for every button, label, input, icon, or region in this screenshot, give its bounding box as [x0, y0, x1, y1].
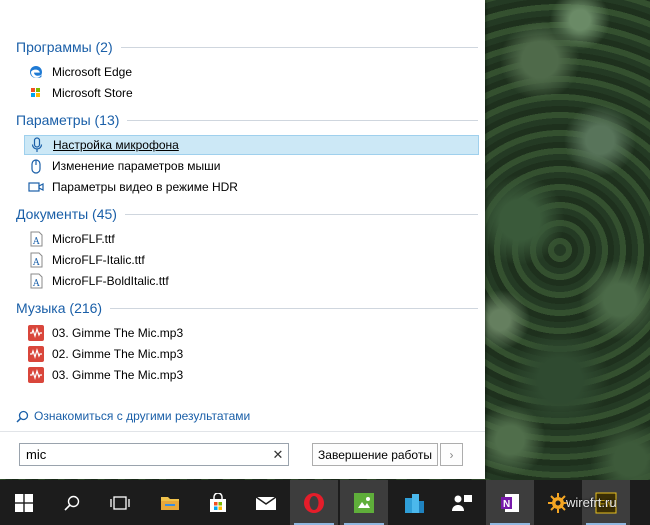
- result-label: Microsoft Edge: [52, 65, 133, 79]
- mail-icon[interactable]: [242, 480, 290, 525]
- result-music[interactable]: 02. Gimme The Mic.mp3: [24, 344, 479, 364]
- people-icon[interactable]: [438, 480, 486, 525]
- result-document[interactable]: A MicroFLF.ttf: [24, 229, 479, 249]
- store-icon[interactable]: [194, 480, 242, 525]
- onenote-icon[interactable]: N: [486, 480, 534, 525]
- search-box[interactable]: ✕: [19, 443, 289, 466]
- svg-text:A: A: [32, 279, 40, 289]
- section-header-documents: Документы (45): [16, 205, 478, 223]
- audio-file-icon: [28, 346, 44, 362]
- section-header-settings: Параметры (13): [16, 111, 478, 129]
- result-label: MicroFLF-Italic.ttf: [52, 253, 145, 267]
- font-file-icon: A: [28, 252, 44, 268]
- result-label: Изменение параметров мыши: [52, 159, 221, 173]
- shutdown-options-button[interactable]: ›: [440, 443, 463, 466]
- result-microsoft-store[interactable]: Microsoft Store: [24, 83, 479, 103]
- app-icon[interactable]: [340, 480, 388, 525]
- result-label: Параметры видео в режиме HDR: [52, 180, 238, 194]
- chevron-right-icon: ›: [449, 447, 454, 462]
- svg-text:A: A: [32, 237, 40, 247]
- microphone-icon: [29, 137, 45, 153]
- taskbar: N Fw: [0, 480, 650, 525]
- section-header-music: Музыка (216): [16, 299, 478, 317]
- result-label: 03. Gimme The Mic.mp3: [52, 326, 184, 340]
- result-document[interactable]: A MicroFLF-BoldItalic.ttf: [24, 271, 479, 291]
- result-label: 02. Gimme The Mic.mp3: [52, 347, 184, 361]
- more-results-label: Ознакомиться с другими результатами: [34, 409, 251, 423]
- edge-icon: [28, 64, 44, 80]
- video-icon: [28, 179, 44, 195]
- result-microsoft-edge[interactable]: Microsoft Edge: [24, 62, 479, 82]
- shutdown-label: Завершение работы: [318, 447, 432, 462]
- task-view-icon[interactable]: [96, 480, 144, 525]
- result-music[interactable]: 03. Gimme The Mic.mp3: [24, 323, 479, 343]
- section-title: Документы (45): [16, 206, 117, 222]
- audio-file-icon: [28, 367, 44, 383]
- shutdown-button[interactable]: Завершение работы: [312, 443, 438, 466]
- svg-text:N: N: [503, 499, 510, 510]
- result-hdr-video-settings[interactable]: Параметры видео в режиме HDR: [24, 177, 479, 197]
- audio-file-icon: [28, 325, 44, 341]
- section-divider: [124, 213, 478, 215]
- result-label: Настройка микрофона: [53, 138, 179, 152]
- close-icon[interactable]: ✕: [268, 447, 288, 463]
- section-title: Параметры (13): [16, 112, 120, 128]
- svg-text:A: A: [32, 258, 40, 268]
- panel-divider: [0, 431, 485, 432]
- result-music[interactable]: 03. Gimme The Mic.mp3: [24, 365, 479, 385]
- section-divider: [120, 46, 478, 48]
- file-explorer-icon[interactable]: [146, 480, 194, 525]
- result-document[interactable]: A MicroFLF-Italic.ttf: [24, 250, 479, 270]
- search-results-panel: Программы (2) Microsoft Edge Microsoft S…: [0, 0, 485, 479]
- search-icon[interactable]: [48, 480, 96, 525]
- result-label: MicroFLF-BoldItalic.ttf: [52, 274, 169, 288]
- result-label: MicroFLF.ttf: [52, 232, 115, 246]
- watermark: wirefrt.ru: [566, 495, 617, 510]
- result-label: 03. Gimme The Mic.mp3: [52, 368, 184, 382]
- section-divider: [110, 307, 478, 309]
- section-title: Музыка (216): [16, 300, 103, 316]
- section-divider: [127, 119, 478, 121]
- result-microphone-settings[interactable]: Настройка микрофона: [24, 135, 479, 155]
- store-icon: [28, 85, 44, 101]
- more-results-link[interactable]: Ознакомиться с другими результатами: [16, 409, 250, 423]
- search-icon: [16, 410, 29, 423]
- font-file-icon: A: [28, 231, 44, 247]
- result-label: Microsoft Store: [52, 86, 133, 100]
- opera-icon[interactable]: [290, 480, 338, 525]
- section-title: Программы (2): [16, 39, 113, 55]
- section-header-programs: Программы (2): [16, 38, 478, 56]
- windows-start-icon[interactable]: [0, 480, 48, 525]
- buildings-icon[interactable]: [390, 480, 438, 525]
- font-file-icon: A: [28, 273, 44, 289]
- mouse-icon: [28, 158, 44, 174]
- search-input[interactable]: [20, 443, 268, 466]
- result-mouse-settings[interactable]: Изменение параметров мыши: [24, 156, 479, 176]
